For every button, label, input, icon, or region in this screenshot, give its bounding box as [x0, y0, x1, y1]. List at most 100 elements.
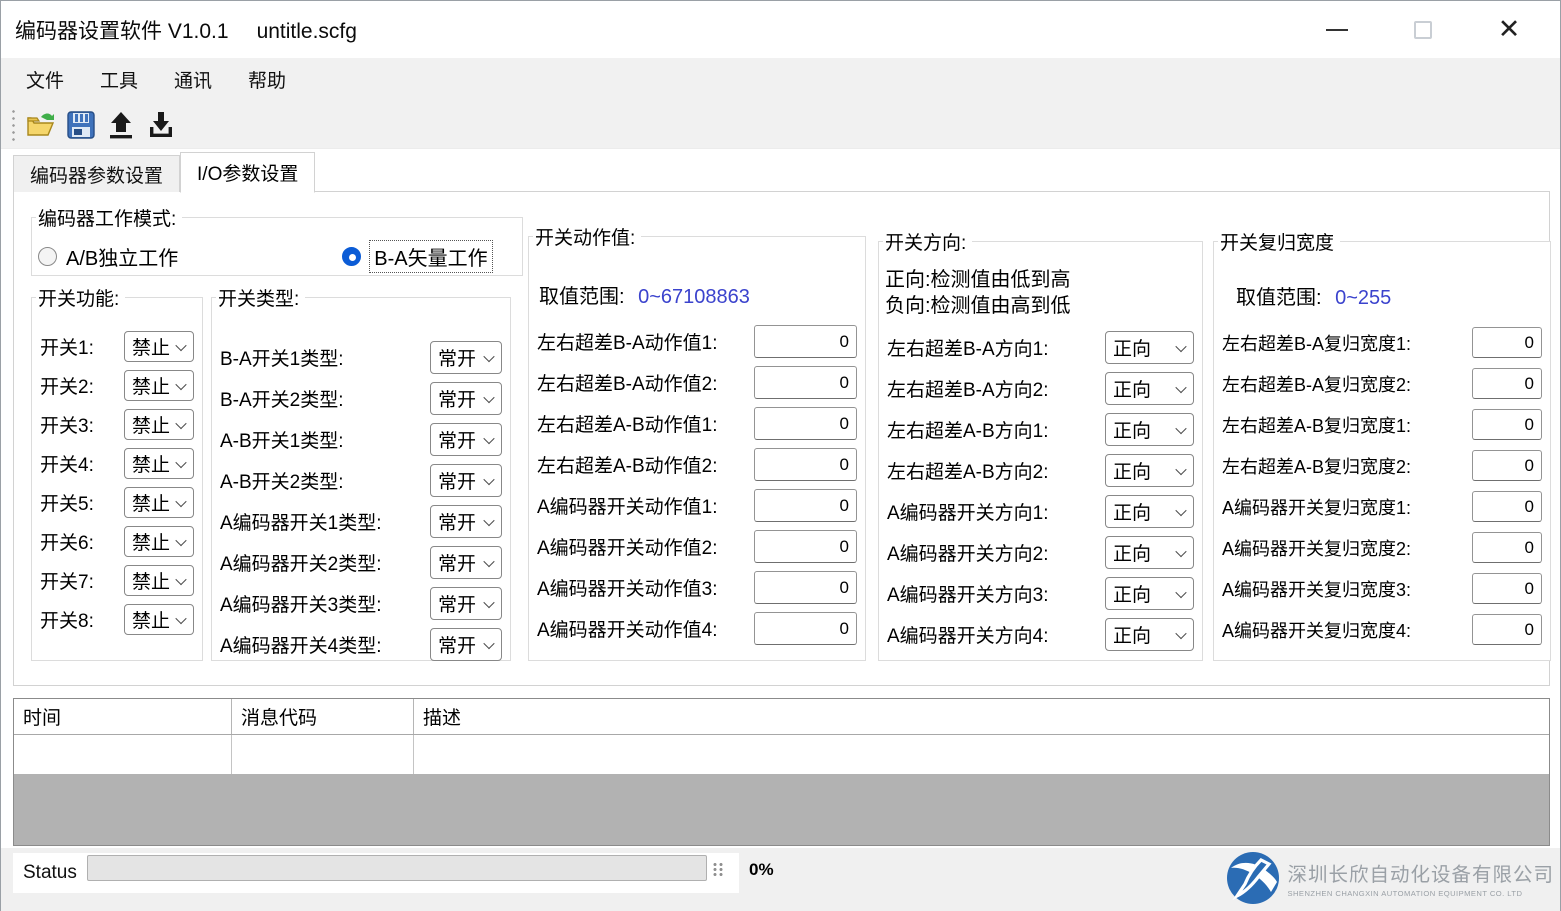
action-value-input[interactable] — [754, 407, 857, 440]
action-value-label: A编码器开关动作值3: — [537, 574, 718, 601]
action-value-input[interactable] — [754, 325, 857, 358]
save-file-button[interactable] — [64, 108, 98, 142]
minimize-button[interactable] — [1294, 1, 1380, 58]
switch-direction-select-value: 正向 — [1113, 580, 1151, 607]
action-value-input[interactable] — [754, 571, 857, 604]
action-value-label: 左右超差A-B动作值1: — [537, 410, 718, 437]
column-header-message-code[interactable]: 消息代码 — [232, 699, 414, 734]
switch-type-select[interactable]: 常开 — [430, 628, 502, 661]
menu-tools[interactable]: 工具 — [82, 58, 156, 101]
switch-type-select[interactable]: 常开 — [430, 546, 502, 579]
return-width-input[interactable] — [1472, 491, 1542, 522]
switch-direction-select[interactable]: 正向 — [1105, 331, 1194, 364]
status-bar: Status 0% 深圳长欣自动化设备有限公司 SHENZHEN CHANGXI… — [1, 848, 1560, 911]
radio-unchecked-icon — [38, 247, 57, 266]
return-width-input[interactable] — [1472, 532, 1542, 563]
switch-function-select[interactable]: 禁止 — [124, 604, 194, 635]
toolbar-grip[interactable] — [11, 108, 16, 142]
switch-direction-select[interactable]: 正向 — [1105, 372, 1194, 405]
radio-label: A/B独立工作 — [66, 242, 178, 271]
switch-direction-select-value: 正向 — [1113, 498, 1151, 525]
switch-type-label: A-B开关1类型: — [220, 426, 344, 453]
action-value-row: 左右超差B-A动作值1: — [537, 325, 857, 358]
download-button[interactable] — [144, 108, 178, 142]
close-icon: ✕ — [1498, 14, 1521, 45]
switch-direction-select[interactable]: 正向 — [1105, 413, 1194, 446]
switch-function-row: 开关7:禁止 — [40, 565, 194, 596]
maximize-button[interactable] — [1380, 1, 1466, 58]
menu-communication[interactable]: 通讯 — [156, 58, 230, 101]
return-width-input[interactable] — [1472, 368, 1542, 399]
tab-io-params[interactable]: I/O参数设置 — [180, 152, 315, 193]
column-header-description[interactable]: 描述 — [414, 699, 1549, 734]
return-width-row: A编码器开关复归宽度4: — [1222, 613, 1542, 646]
upload-button[interactable] — [104, 108, 138, 142]
switch-function-select-value: 禁止 — [132, 606, 170, 633]
close-button[interactable]: ✕ — [1466, 1, 1552, 58]
switch-direction-select[interactable]: 正向 — [1105, 495, 1194, 528]
radio-ba-vector[interactable]: B-A矢量工作 — [342, 241, 491, 272]
switch-direction-select-value: 正向 — [1113, 539, 1151, 566]
chevron-down-icon — [483, 637, 494, 648]
switch-type-select-value: 常开 — [438, 467, 476, 494]
menu-file[interactable]: 文件 — [8, 58, 82, 101]
switch-direction-label: A编码器开关方向4: — [887, 621, 1049, 648]
return-width-input[interactable] — [1472, 327, 1542, 358]
switch-type-select[interactable]: 常开 — [430, 423, 502, 456]
switch-direction-label: 左右超差A-B方向2: — [887, 457, 1049, 484]
switch-function-select[interactable]: 禁止 — [124, 565, 194, 596]
column-header-time[interactable]: 时间 — [14, 699, 232, 734]
app-window: 编码器设置软件 V1.0.1untitle.scfg ✕ 文件 工具 通讯 帮助 — [0, 0, 1561, 911]
switch-function-select[interactable]: 禁止 — [124, 526, 194, 557]
switch-type-select[interactable]: 常开 — [430, 464, 502, 497]
group-title: 开关方向: — [883, 228, 972, 255]
status-label: Status — [23, 862, 77, 884]
action-value-input[interactable] — [754, 530, 857, 563]
switch-direction-select[interactable]: 正向 — [1105, 577, 1194, 610]
switch-direction-row: A编码器开关方向1: 正向 — [887, 495, 1194, 528]
switch-function-select[interactable]: 禁止 — [124, 409, 194, 440]
chevron-down-icon — [483, 473, 494, 484]
menu-help[interactable]: 帮助 — [230, 58, 304, 101]
action-value-input[interactable] — [754, 489, 857, 522]
return-width-row: 左右超差B-A复归宽度2: — [1222, 367, 1542, 400]
switch-type-select[interactable]: 常开 — [430, 505, 502, 538]
log-table-empty-row[interactable] — [14, 735, 1549, 774]
return-width-input[interactable] — [1472, 409, 1542, 440]
switch-function-label: 开关3: — [40, 411, 94, 438]
return-width-input[interactable] — [1472, 573, 1542, 604]
switch-function-select[interactable]: 禁止 — [124, 487, 194, 518]
switch-direction-select[interactable]: 正向 — [1105, 536, 1194, 569]
company-logo-icon — [1227, 852, 1279, 904]
switch-direction-label: A编码器开关方向1: — [887, 498, 1049, 525]
return-width-input[interactable] — [1472, 614, 1542, 645]
return-width-input[interactable] — [1472, 450, 1542, 481]
action-value-input[interactable] — [754, 612, 857, 645]
switch-type-select[interactable]: 常开 — [430, 341, 502, 374]
switch-function-select[interactable]: 禁止 — [124, 370, 194, 401]
switch-direction-select[interactable]: 正向 — [1105, 454, 1194, 487]
switch-type-row: B-A开关2类型:常开 — [220, 382, 502, 415]
switch-direction-select-value: 正向 — [1113, 621, 1151, 648]
switch-function-select[interactable]: 禁止 — [124, 448, 194, 479]
switch-direction-select[interactable]: 正向 — [1105, 618, 1194, 651]
switch-type-select[interactable]: 常开 — [430, 382, 502, 415]
open-file-button[interactable] — [24, 108, 58, 142]
return-width-label: A编码器开关复归宽度3: — [1222, 576, 1411, 602]
switch-function-select[interactable]: 禁止 — [124, 331, 194, 362]
switch-direction-select-value: 正向 — [1113, 457, 1151, 484]
action-value-row: A编码器开关动作值4: — [537, 612, 857, 645]
action-value-input[interactable] — [754, 448, 857, 481]
group-title: 开关动作值: — [533, 223, 641, 250]
action-value-label: A编码器开关动作值1: — [537, 492, 718, 519]
action-value-input[interactable] — [754, 366, 857, 399]
action-value-label: A编码器开关动作值4: — [537, 615, 718, 642]
switch-direction-label: 左右超差B-A方向2: — [887, 375, 1049, 402]
tab-encoder-params[interactable]: 编码器参数设置 — [13, 155, 180, 192]
switch-function-row: 开关2:禁止 — [40, 370, 194, 401]
title-bar[interactable]: 编码器设置软件 V1.0.1untitle.scfg ✕ — [1, 1, 1560, 58]
cell-message-code — [232, 735, 414, 774]
switch-direction-select-value: 正向 — [1113, 375, 1151, 402]
radio-ab-independent[interactable]: A/B独立工作 — [38, 242, 178, 271]
switch-type-select[interactable]: 常开 — [430, 587, 502, 620]
